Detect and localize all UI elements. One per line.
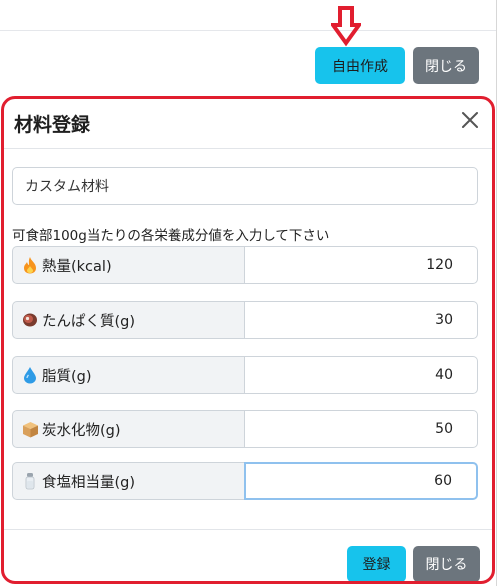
ingredient-name-input[interactable]: [12, 167, 478, 205]
fire-icon: [21, 256, 39, 274]
nutrient-label-text: たんぱく質(g): [42, 313, 136, 330]
dialog-title: 材料登録: [14, 114, 91, 136]
down-arrow-icon: [331, 6, 361, 47]
nutrient-row-carbs: 炭水化物(g): [12, 410, 478, 448]
nutrient-label-text: 熱量(kcal): [42, 258, 112, 275]
nutrient-label: たんぱく質(g): [12, 301, 244, 339]
header-divider: [4, 148, 492, 149]
nutrient-label: 熱量(kcal): [12, 246, 244, 284]
background-close-button[interactable]: 閉じる: [413, 47, 479, 84]
nutrient-row-fat: 脂質(g): [12, 356, 478, 394]
salt-shaker-icon: [21, 472, 39, 490]
droplet-icon: [21, 366, 39, 384]
ingredient-register-dialog: 材料登録 可食部100g当たりの各栄養成分値を入力して下さい 熱量(kcal) …: [1, 96, 495, 584]
background-divider: [0, 30, 497, 31]
fat-input[interactable]: [244, 356, 478, 394]
nutrient-label-text: 炭水化物(g): [42, 422, 121, 439]
nutrient-row-salt: 食塩相当量(g): [12, 462, 478, 500]
energy-input[interactable]: [244, 246, 478, 284]
register-button[interactable]: 登録: [347, 546, 406, 581]
dialog-close-button[interactable]: 閉じる: [413, 546, 480, 581]
salt-input[interactable]: [244, 462, 478, 500]
nutrient-row-energy: 熱量(kcal): [12, 246, 478, 284]
meat-icon: [21, 311, 39, 329]
box-icon: [21, 420, 39, 438]
nutrient-row-protein: たんぱく質(g): [12, 301, 478, 339]
close-icon[interactable]: [459, 109, 481, 131]
carbs-input[interactable]: [244, 410, 478, 448]
nutrient-label: 食塩相当量(g): [12, 462, 244, 500]
footer-divider: [4, 529, 492, 530]
page: 自由作成 閉じる 材料登録 可食部100g当たりの各栄養成分値を入力して下さい …: [0, 0, 497, 586]
instruction-text: 可食部100g当たりの各栄養成分値を入力して下さい: [12, 228, 330, 244]
nutrient-label: 炭水化物(g): [12, 410, 244, 448]
protein-input[interactable]: [244, 301, 478, 339]
nutrient-label-text: 食塩相当量(g): [42, 474, 136, 491]
nutrient-label-text: 脂質(g): [42, 368, 92, 385]
nutrient-label: 脂質(g): [12, 356, 244, 394]
free-create-button[interactable]: 自由作成: [315, 47, 405, 84]
